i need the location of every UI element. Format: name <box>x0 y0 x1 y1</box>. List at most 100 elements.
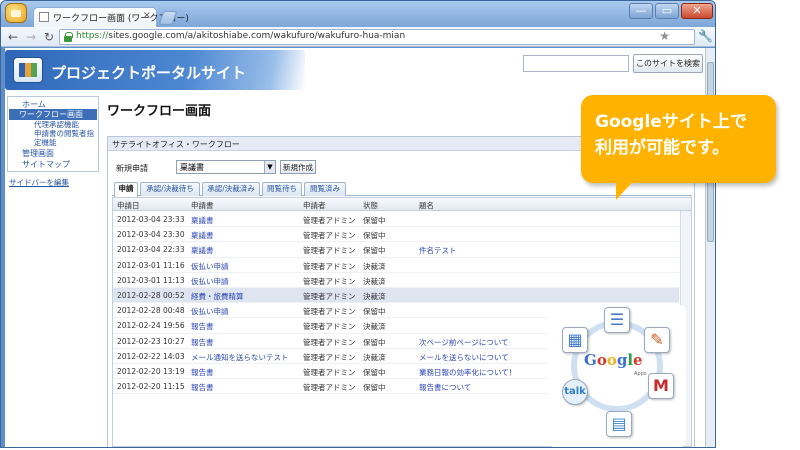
table-row[interactable]: 2012-03-04 23:30 稟議書 管理者アドミン 保留中 <box>113 227 679 243</box>
edit-sidebar-link[interactable]: サイドバーを編集 <box>9 177 69 188</box>
cell-status: 決裁済 <box>363 352 386 362</box>
callout-line-2: 利用が可能です。 <box>595 138 730 158</box>
cell-applicant: 管理者アドミン <box>303 246 356 256</box>
sites-icon: ▤ <box>606 411 632 437</box>
cell-status: 保留中 <box>363 337 386 347</box>
form-type-select[interactable]: 稟議書 ▼ <box>176 160 276 174</box>
column-header-date[interactable]: 申請日 <box>117 200 140 211</box>
cell-form-link[interactable]: 稟議書 <box>191 230 214 241</box>
cell-applicant: 管理者アドミン <box>303 322 356 332</box>
cell-date: 2012-02-28 00:48 <box>117 306 185 316</box>
cell-subject-link[interactable]: 業務日報の効率化について！ <box>419 367 516 378</box>
cell-form-link[interactable]: 仮払い申請 <box>191 261 229 272</box>
docs-icon: ☰ <box>604 307 630 333</box>
site-search-button[interactable]: このサイトを検索 <box>633 54 703 73</box>
cell-applicant: 管理者アドミン <box>303 352 356 362</box>
screenshot-stage: ワークフロー画面 (ワークフロー) × — ▭ ✕ ← → ↻ https://… <box>0 0 800 450</box>
cell-date: 2012-02-23 10:27 <box>117 336 185 346</box>
address-bar[interactable]: https://sites.google.com/a/akitoshiabe.c… <box>59 29 695 45</box>
site-title[interactable]: プロジェクトポータルサイト <box>51 62 246 83</box>
tab-viewed[interactable]: 閲覧済み <box>304 182 346 196</box>
cell-applicant: 管理者アドミン <box>303 276 356 286</box>
google-logo-letter: o <box>596 351 607 369</box>
cell-form-link[interactable]: 報告書 <box>191 382 214 393</box>
star-icon[interactable]: ★ <box>659 29 670 43</box>
drawing-icon: ✎ <box>644 327 670 353</box>
column-header-subject[interactable]: 題名 <box>419 200 434 211</box>
google-logo: Google <box>584 351 643 369</box>
site-search-input[interactable] <box>523 55 629 72</box>
callout-bubble: Googleサイト上で 利用が可能です。 <box>581 95 776 183</box>
table-row[interactable]: 2012-03-01 11:16 仮払い申請 管理者アドミン 決裁済 <box>113 258 679 273</box>
sidebar: ホーム ワークフロー画面 代理承認機能 申請書の閲覧者指 定機能 管理画面 サイ… <box>7 96 99 446</box>
cell-date: 2012-02-24 19:56 <box>117 321 185 331</box>
sidebar-item-sitemap[interactable]: サイトマップ <box>22 159 70 170</box>
request-tabs: 申請 承認/決裁待ち 承認/決裁済み 閲覧待ち 閲覧済み <box>112 182 692 197</box>
cell-form-link[interactable]: 報告書 <box>191 321 214 332</box>
page-favicon-icon <box>39 12 49 22</box>
cell-status: 決裁済 <box>363 261 386 271</box>
url-scheme: https:// <box>76 31 109 41</box>
cell-date: 2012-02-28 00:52 <box>117 291 185 300</box>
cell-applicant: 管理者アドミン <box>303 383 356 393</box>
browser-toolbar: ← → ↻ https://sites.google.com/a/akitosh… <box>1 27 715 47</box>
cell-date: 2012-03-01 11:13 <box>117 275 185 285</box>
create-new-button[interactable]: 新規作成 <box>280 160 316 174</box>
cell-form-link[interactable]: 報告書 <box>191 337 214 348</box>
callout-text: Googleサイト上で 利用が可能です。 <box>595 109 770 161</box>
column-header-status[interactable]: 状態 <box>363 200 378 211</box>
cell-form-link[interactable]: メール通知を送らないテスト <box>191 352 289 363</box>
cell-form-link[interactable]: 稟議書 <box>191 215 214 226</box>
table-row[interactable]: 2012-02-28 00:52 経費・旅費精算 管理者アドミン 決裁済 <box>113 288 679 304</box>
maximize-button[interactable]: ▭ <box>655 3 679 19</box>
cell-date: 2012-02-20 11:15 <box>117 382 185 392</box>
cell-status: 保留中 <box>363 216 386 225</box>
google-apps-graphic: ▦ ☰ ✎ M ▤ talk Google Apps <box>548 305 686 447</box>
form-type-value: 稟議書 <box>180 163 204 172</box>
tab-close-icon[interactable]: × <box>143 10 151 21</box>
reload-icon[interactable]: ↻ <box>41 29 57 45</box>
forward-icon[interactable]: → <box>23 29 39 45</box>
cell-date: 2012-03-04 23:30 <box>117 230 185 240</box>
site-header: プロジェクトポータルサイト このサイトを検索 <box>5 48 705 92</box>
tab-requests[interactable]: 申請 <box>114 182 138 197</box>
site-logo-icon <box>13 57 43 83</box>
close-window-button[interactable]: ✕ <box>681 3 713 19</box>
cell-subject-link[interactable]: メールを送らないについて <box>419 352 509 363</box>
cell-form-link[interactable]: 仮払い申請 <box>191 276 229 287</box>
sidebar-item-admin[interactable]: 管理画面 <box>22 148 54 159</box>
table-row[interactable]: 2012-03-01 11:13 仮払い申請 管理者アドミン 決裁済 <box>113 273 679 288</box>
cell-subject-link[interactable]: 報告書について <box>419 382 471 393</box>
cell-date: 2012-02-20 13:19 <box>117 367 185 376</box>
cell-form-link[interactable]: 経費・旅費精算 <box>191 291 244 302</box>
table-header: 申請日 申請書 申請者 状態 題名 <box>113 198 691 211</box>
table-row[interactable]: 2012-03-04 22:33 稟議書 管理者アドミン 保留中 件名テスト <box>113 242 679 258</box>
browser-tab[interactable]: ワークフロー画面 (ワークフロー) × <box>33 7 189 27</box>
calendar-icon: ▦ <box>562 327 588 353</box>
wrench-icon[interactable]: 🔧 <box>698 29 713 43</box>
cell-applicant: 管理者アドミン <box>303 292 356 301</box>
cell-subject-link[interactable]: 件名テスト <box>419 245 457 256</box>
back-icon[interactable]: ← <box>5 29 21 45</box>
new-request-label: 新規申請 <box>116 164 148 173</box>
cell-form-link[interactable]: 報告書 <box>191 367 214 378</box>
lock-icon <box>63 32 73 42</box>
column-header-applicant[interactable]: 申請者 <box>303 200 326 211</box>
cell-form-link[interactable]: 仮払い申請 <box>191 306 229 317</box>
chevron-down-icon[interactable]: ▼ <box>264 161 275 173</box>
cell-date: 2012-03-04 23:33 <box>117 215 185 224</box>
cell-status: 保留中 <box>363 307 386 317</box>
tab-approved[interactable]: 承認/決裁済み <box>202 182 260 196</box>
tab-pending-view[interactable]: 閲覧待ち <box>262 182 302 196</box>
cell-applicant: 管理者アドミン <box>303 231 356 241</box>
column-header-form[interactable]: 申請書 <box>191 200 214 211</box>
cell-applicant: 管理者アドミン <box>303 368 356 377</box>
minimize-button[interactable]: — <box>629 3 653 19</box>
cell-status: 決裁済 <box>363 322 386 332</box>
cell-subject-link[interactable]: 次ページ前ページについて <box>419 337 508 348</box>
tab-pending-approval[interactable]: 承認/決裁待ち <box>140 182 200 196</box>
sidebar-item-viewer-setting-cont[interactable]: 定機能 <box>34 137 57 148</box>
cell-form-link[interactable]: 稟議書 <box>191 245 214 256</box>
table-row[interactable]: 2012-03-04 23:33 稟議書 管理者アドミン 保留中 <box>113 212 679 228</box>
google-logo-letter: o <box>606 351 617 369</box>
